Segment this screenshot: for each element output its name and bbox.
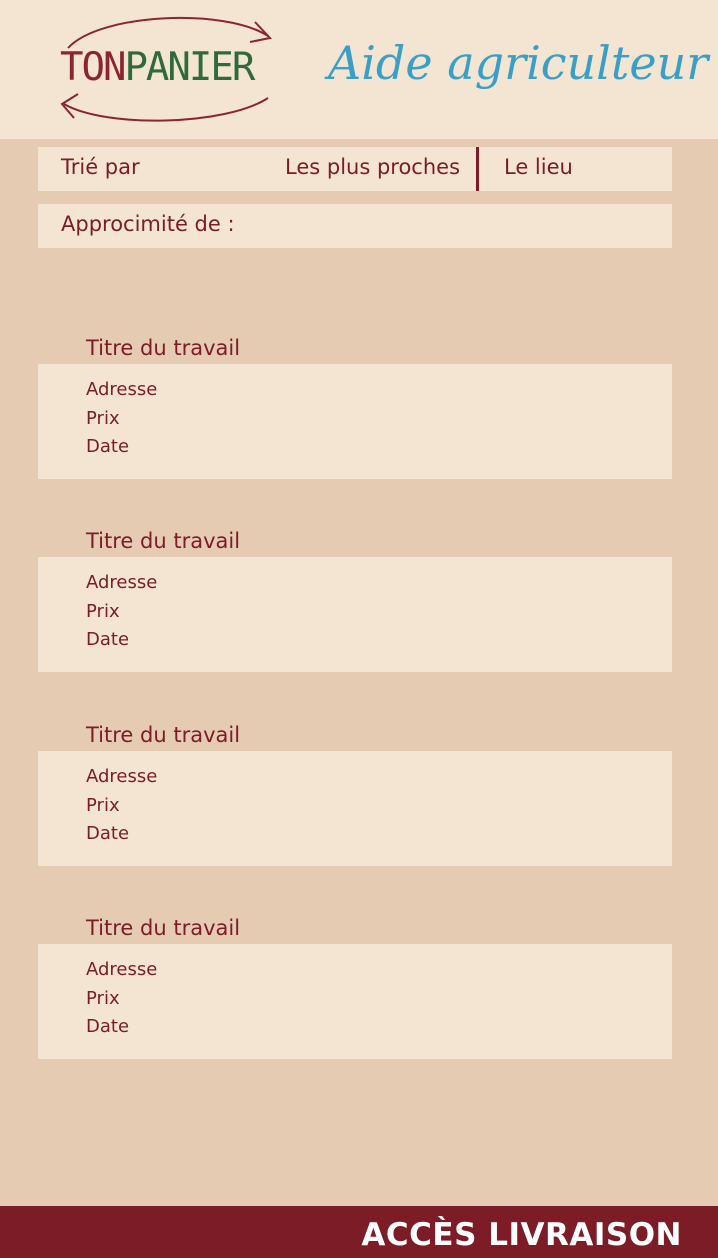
job-title: Titre du travail <box>86 529 241 553</box>
logo-text: TONPANIER <box>60 45 255 90</box>
sort-option-place[interactable]: Le lieu <box>504 157 573 178</box>
logo-panier: PANIER <box>124 45 255 90</box>
sort-divider <box>476 147 479 191</box>
job-title: Titre du travail <box>86 723 241 747</box>
job-title: Titre du travail <box>86 336 241 360</box>
job-address: Adresse <box>86 766 158 787</box>
delivery-access-label: ACCÈS LIVRAISON <box>361 1217 682 1253</box>
job-price: Prix <box>86 795 120 816</box>
job-address: Adresse <box>86 572 158 593</box>
proximity-label: Approcimité de : <box>61 212 235 236</box>
job-card[interactable]: Adresse Prix Date <box>38 944 672 1059</box>
job-price: Prix <box>86 601 120 622</box>
job-date: Date <box>86 436 130 457</box>
job-date: Date <box>86 1016 130 1037</box>
job-date: Date <box>86 823 130 844</box>
job-card[interactable]: Adresse Prix Date <box>38 364 672 479</box>
job-date: Date <box>86 629 130 650</box>
sort-bar: Trié par Les plus proches Le lieu <box>38 147 672 191</box>
app-header: TONPANIER Aide agriculteur <box>0 0 718 139</box>
tonpanier-logo[interactable]: TONPANIER <box>50 8 285 133</box>
sort-option-closest[interactable]: Les plus proches <box>285 157 460 178</box>
sort-label: Trié par <box>61 155 140 179</box>
delivery-access-button[interactable]: ACCÈS LIVRAISON <box>0 1206 718 1258</box>
app-subtitle: Aide agriculteur <box>328 36 709 90</box>
job-price: Prix <box>86 988 120 1009</box>
job-address: Adresse <box>86 379 158 400</box>
job-address: Adresse <box>86 959 158 980</box>
job-card[interactable]: Adresse Prix Date <box>38 751 672 866</box>
job-card[interactable]: Adresse Prix Date <box>38 557 672 672</box>
logo-ton: TON <box>60 45 126 90</box>
proximity-field[interactable]: Approcimité de : <box>38 204 672 248</box>
job-price: Prix <box>86 408 120 429</box>
job-title: Titre du travail <box>86 916 241 940</box>
